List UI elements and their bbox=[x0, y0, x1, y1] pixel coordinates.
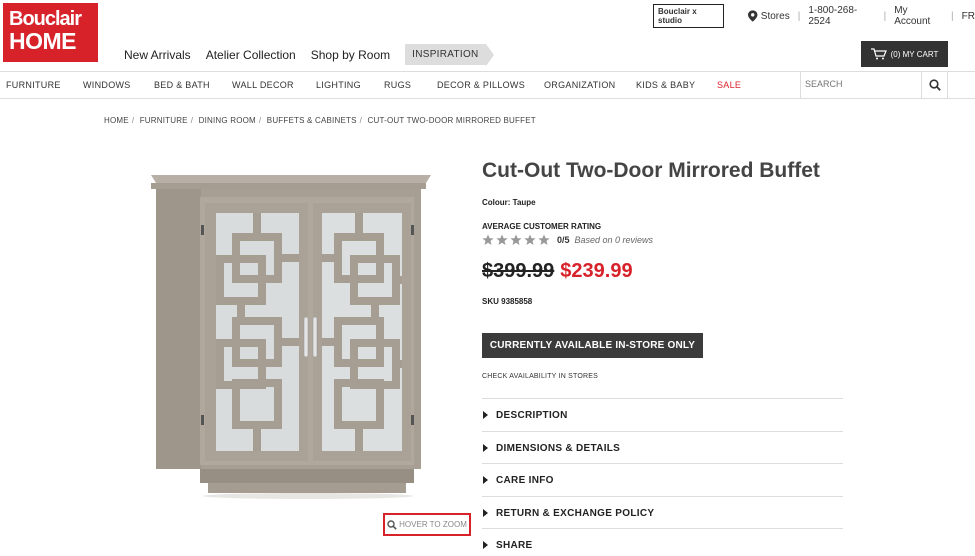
rating-label: AVERAGE CUSTOMER RATING bbox=[482, 222, 602, 231]
nav-new-arrivals[interactable]: New Arrivals bbox=[124, 48, 191, 62]
category-wall-decor[interactable]: WALL DECOR bbox=[232, 80, 294, 90]
map-pin-icon bbox=[748, 10, 758, 22]
expand-arrow-icon bbox=[483, 444, 488, 452]
category-windows[interactable]: WINDOWS bbox=[83, 80, 131, 90]
star-icon bbox=[482, 234, 494, 245]
accordion-return-exchange[interactable]: RETURN & EXCHANGE POLICY bbox=[482, 496, 843, 529]
sale-price: $239.99 bbox=[560, 260, 633, 282]
hover-to-zoom[interactable]: HOVER TO ZOOM bbox=[383, 513, 471, 536]
cart-label: (0) MY CART bbox=[890, 49, 939, 59]
bouclair-home-logo[interactable]: Bouclair HOME bbox=[3, 3, 98, 62]
nav-inspiration[interactable]: INSPIRATION bbox=[405, 44, 495, 66]
accordion-description[interactable]: DESCRIPTION bbox=[482, 398, 843, 431]
star-icon bbox=[538, 234, 550, 245]
breadcrumb: HOME / FURNITURE / DINING ROOM / BUFFETS & … bbox=[104, 116, 536, 125]
page: Bouclair HOME New Arrivals Atelier Colle… bbox=[0, 0, 975, 556]
accordion-label: SHARE bbox=[496, 539, 533, 551]
star-icon bbox=[510, 234, 522, 245]
expand-arrow-icon bbox=[483, 509, 488, 517]
nav-atelier-collection[interactable]: Atelier Collection bbox=[206, 48, 296, 62]
star-icon bbox=[496, 234, 508, 245]
price-block: $399.99 $239.99 bbox=[482, 260, 633, 283]
expand-arrow-icon bbox=[483, 476, 488, 484]
separator: | bbox=[883, 10, 887, 22]
accordion-label: RETURN & EXCHANGE POLICY bbox=[496, 507, 655, 519]
rating-basis: Based on 0 reviews bbox=[574, 235, 654, 245]
separator: | bbox=[951, 10, 954, 22]
nav-shop-by-room[interactable]: Shop by Room bbox=[311, 48, 390, 62]
category-furniture[interactable]: FURNITURE bbox=[6, 80, 61, 90]
product-title: Cut-Out Two-Door Mirrored Buffet bbox=[482, 159, 820, 182]
breadcrumb-furniture[interactable]: FURNITURE bbox=[140, 116, 188, 125]
in-store-only-button[interactable]: CURRENTLY AVAILABLE IN-STORE ONLY bbox=[482, 333, 703, 358]
search-button[interactable] bbox=[921, 72, 947, 98]
rating-score: 0/5 bbox=[557, 235, 570, 245]
category-sale[interactable]: SALE bbox=[717, 80, 741, 90]
top-nav: New Arrivals Atelier Collection Shop by … bbox=[124, 44, 495, 66]
rating-stars[interactable]: 0/5 Based on 0 reviews bbox=[482, 234, 653, 246]
product-image[interactable] bbox=[108, 155, 468, 520]
bouclair-studio-link[interactable]: Bouclair x studio bbox=[653, 4, 725, 28]
breadcrumb-current: CUT-OUT TWO-DOOR MIRRORED BUFFET bbox=[367, 116, 536, 125]
phone-number[interactable]: 1-800-268-2524 bbox=[808, 5, 875, 27]
utility-bar: Bouclair x studio Stores | 1-800-268-252… bbox=[653, 4, 975, 28]
my-account-link[interactable]: My Account bbox=[894, 5, 943, 27]
mirrored-buffet-image bbox=[151, 175, 431, 499]
breadcrumb-buffets-cabinets[interactable]: BUFFETS & CABINETS bbox=[267, 116, 357, 125]
accordion-label: DESCRIPTION bbox=[496, 409, 568, 421]
category-bed-bath[interactable]: BED & BATH bbox=[154, 80, 210, 90]
accordion-share[interactable]: SHARE bbox=[482, 528, 843, 556]
breadcrumb-home[interactable]: HOME bbox=[104, 116, 129, 125]
expand-arrow-icon bbox=[483, 411, 488, 419]
search-box bbox=[800, 72, 948, 98]
search-icon bbox=[928, 79, 941, 91]
magnifier-icon bbox=[387, 519, 397, 530]
cart-icon bbox=[870, 48, 887, 60]
category-decor-pillows[interactable]: DECOR & PILLOWS bbox=[437, 80, 525, 90]
product-sku: SKU 9385858 bbox=[482, 297, 533, 306]
separator: | bbox=[797, 10, 801, 22]
category-bar: FURNITURE WINDOWS BED & BATH WALL DECOR … bbox=[0, 71, 975, 99]
logo-line1: Bouclair bbox=[9, 8, 82, 30]
language-toggle[interactable]: FR bbox=[962, 11, 975, 22]
original-price: $399.99 bbox=[482, 260, 555, 282]
accordion-label: DIMENSIONS & DETAILS bbox=[496, 442, 621, 454]
search-input[interactable] bbox=[801, 72, 919, 96]
check-availability-link[interactable]: CHECK AVAILABILITY IN STORES bbox=[482, 373, 598, 380]
breadcrumb-dining-room[interactable]: DINING ROOM bbox=[199, 116, 256, 125]
accordion-label: CARE INFO bbox=[496, 474, 554, 486]
category-rugs[interactable]: RUGS bbox=[384, 80, 411, 90]
accordion-dimensions-details[interactable]: DIMENSIONS & DETAILS bbox=[482, 431, 843, 464]
category-kids-baby[interactable]: KIDS & BABY bbox=[636, 80, 695, 90]
logo-line2: HOME bbox=[9, 28, 77, 54]
star-icon bbox=[524, 234, 536, 245]
category-lighting[interactable]: LIGHTING bbox=[316, 80, 361, 90]
product-colour: Colour: Taupe bbox=[482, 198, 536, 207]
category-organization[interactable]: ORGANIZATION bbox=[544, 80, 615, 90]
accordion-care-info[interactable]: CARE INFO bbox=[482, 463, 843, 496]
expand-arrow-icon bbox=[483, 541, 488, 549]
my-cart-button[interactable]: (0) MY CART bbox=[861, 41, 948, 67]
stores-link[interactable]: Stores bbox=[761, 11, 790, 22]
zoom-hint-text: HOVER TO ZOOM bbox=[399, 520, 467, 529]
